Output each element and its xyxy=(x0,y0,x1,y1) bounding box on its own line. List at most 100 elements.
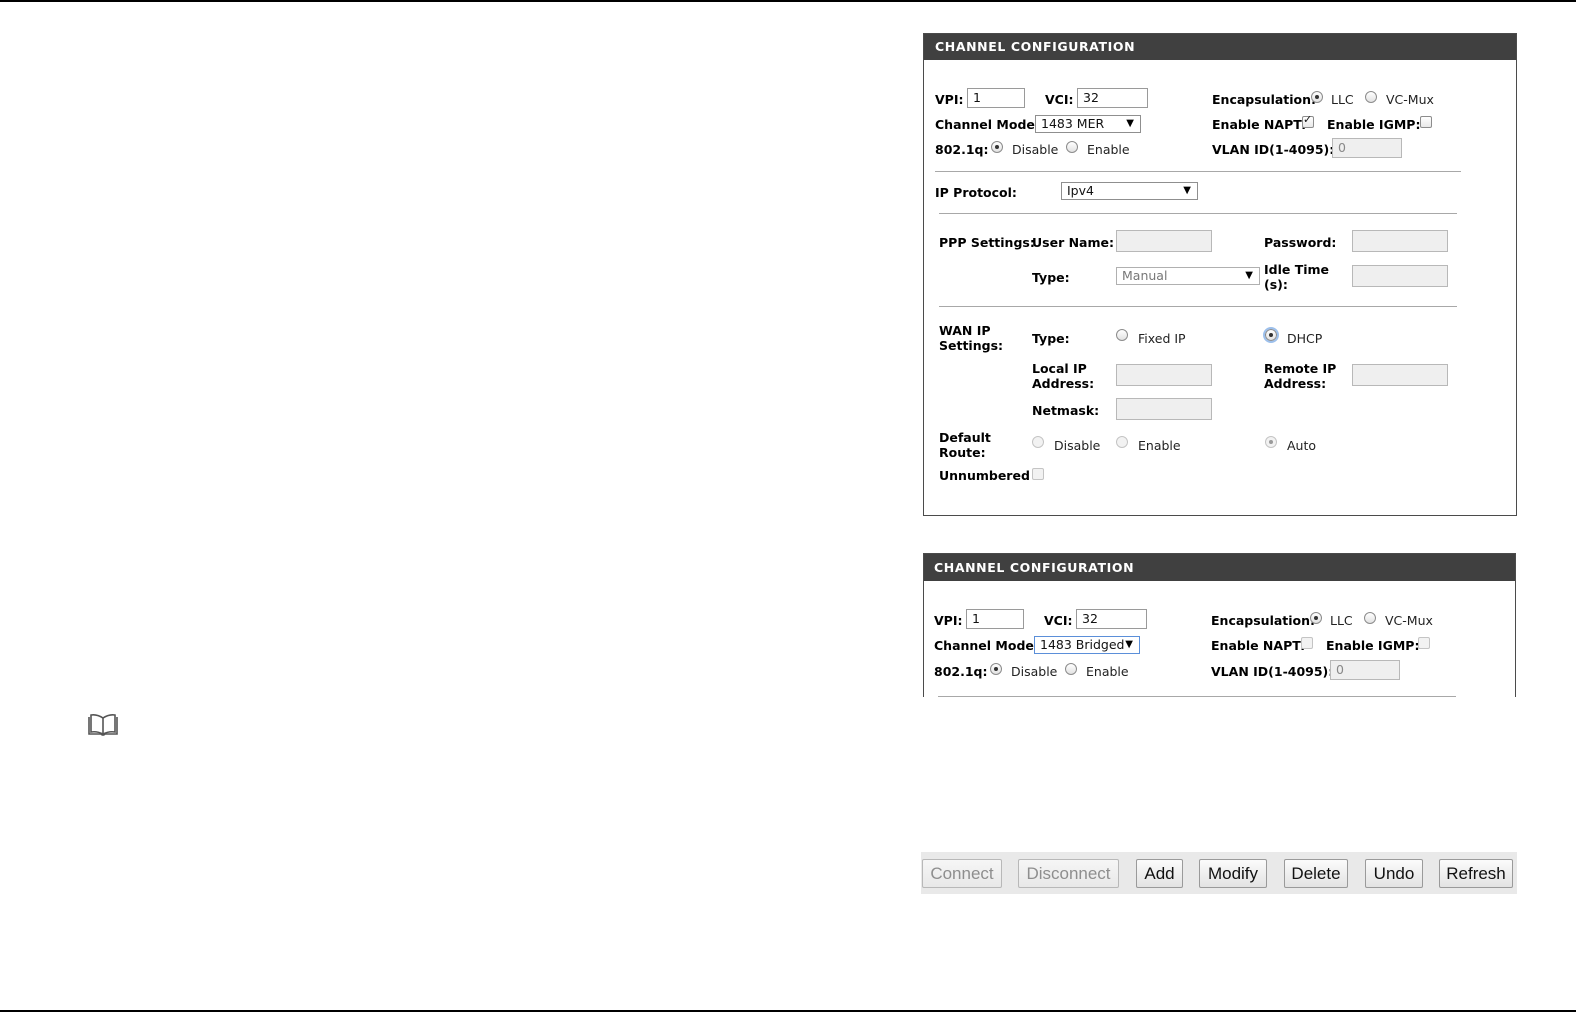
default-route-auto-radio[interactable] xyxy=(1265,436,1277,448)
disconnect-button[interactable]: Disconnect xyxy=(1018,859,1119,888)
channel-mode-value: 1483 MER xyxy=(1041,116,1105,131)
channel-mode-select[interactable]: 1483 Bridged ▼ xyxy=(1034,636,1140,654)
modify-button[interactable]: Modify xyxy=(1199,859,1267,888)
encapsulation-llc-label: LLC xyxy=(1330,613,1353,628)
add-button[interactable]: Add xyxy=(1136,859,1183,888)
encapsulation-vcmux-radio[interactable] xyxy=(1364,612,1376,624)
channel-mode-label: Channel Mode: xyxy=(934,638,1039,653)
ip-protocol-select[interactable]: Ipv4 ▼ xyxy=(1061,182,1198,200)
ip-protocol-value: Ipv4 xyxy=(1067,183,1094,198)
local-ip-label-2: Address: xyxy=(1032,376,1095,391)
connect-button[interactable]: Connect xyxy=(922,859,1002,888)
enable-igmp-label: Enable IGMP: xyxy=(1326,638,1420,653)
password-input[interactable] xyxy=(1352,230,1448,252)
netmask-label: Netmask: xyxy=(1032,403,1100,418)
ip-protocol-label: IP Protocol: xyxy=(935,185,1017,200)
ppp-type-value: Manual xyxy=(1122,268,1168,283)
dot1q-enable-radio[interactable] xyxy=(1065,663,1077,675)
dot1q-enable-label: Enable xyxy=(1086,664,1129,679)
wan-ip-settings-label-2: Settings: xyxy=(939,338,1004,353)
chevron-down-icon: ▼ xyxy=(1126,118,1134,129)
dhcp-radio[interactable] xyxy=(1263,327,1279,343)
local-ip-label: Local IP xyxy=(1032,361,1087,376)
chevron-down-icon: ▼ xyxy=(1245,270,1253,281)
ppp-type-label: Type: xyxy=(1032,270,1070,285)
divider xyxy=(939,213,1457,214)
checkmark-icon: ✓ xyxy=(1303,113,1313,126)
encapsulation-vcmux-label: VC-Mux xyxy=(1386,92,1434,107)
fixed-ip-radio[interactable] xyxy=(1116,329,1128,341)
channel-mode-value: 1483 Bridged xyxy=(1040,637,1125,652)
remote-ip-label: Remote IP xyxy=(1264,361,1337,376)
default-route-label: Default xyxy=(939,430,991,445)
encapsulation-vcmux-radio[interactable] xyxy=(1365,91,1377,103)
default-route-auto-label: Auto xyxy=(1287,438,1317,453)
vci-label: VCI: xyxy=(1045,92,1074,107)
idle-time-unit-label: (s): xyxy=(1264,277,1288,292)
vci-input[interactable]: 32 xyxy=(1076,609,1147,629)
user-name-input[interactable] xyxy=(1116,230,1212,252)
encapsulation-llc-label: LLC xyxy=(1331,92,1354,107)
dot1q-disable-label: Disable xyxy=(1011,664,1058,679)
dot1q-label: 802.1q: xyxy=(935,142,989,157)
top-rule xyxy=(0,0,1576,2)
channel-mode-label: Channel Mode: xyxy=(935,117,1040,132)
vpi-input[interactable]: 1 xyxy=(967,88,1025,108)
vpi-input[interactable]: 1 xyxy=(966,609,1024,629)
enable-napt-checkbox[interactable] xyxy=(1301,637,1313,649)
enable-napt-label: Enable NAPT: xyxy=(1211,638,1306,653)
enable-igmp-label: Enable IGMP: xyxy=(1327,117,1421,132)
dhcp-label: DHCP xyxy=(1287,331,1323,346)
bottom-rule xyxy=(0,1010,1576,1012)
encapsulation-vcmux-label: VC-Mux xyxy=(1385,613,1433,628)
encapsulation-llc-radio[interactable] xyxy=(1310,612,1322,624)
password-label: Password: xyxy=(1264,235,1337,250)
vpi-label: VPI: xyxy=(935,92,964,107)
vci-label: VCI: xyxy=(1044,613,1073,628)
panel-title: CHANNEL CONFIGURATION xyxy=(924,554,1515,581)
vlan-id-input[interactable]: 0 xyxy=(1332,138,1402,158)
default-route-label-2: Route: xyxy=(939,445,986,460)
chevron-down-icon: ▼ xyxy=(1183,185,1191,196)
default-route-enable-radio[interactable] xyxy=(1116,436,1128,448)
dot1q-disable-label: Disable xyxy=(1012,142,1059,157)
dot1q-disable-radio[interactable] xyxy=(990,663,1002,675)
delete-button[interactable]: Delete xyxy=(1284,859,1348,888)
default-route-disable-label: Disable xyxy=(1054,438,1101,453)
enable-napt-checkbox[interactable]: ✓ xyxy=(1302,113,1314,128)
undo-button[interactable]: Undo xyxy=(1365,859,1423,888)
enable-igmp-checkbox[interactable] xyxy=(1420,116,1432,128)
channel-config-panel-2: CHANNEL CONFIGURATION VPI: 1 VCI: 32 Enc… xyxy=(923,553,1516,697)
vlan-id-input[interactable]: 0 xyxy=(1330,660,1400,680)
wan-type-label: Type: xyxy=(1032,331,1070,346)
enable-igmp-checkbox[interactable] xyxy=(1418,637,1430,649)
action-button-bar: Connect Disconnect Add Modify Delete Und… xyxy=(921,852,1517,894)
dot1q-enable-label: Enable xyxy=(1087,142,1130,157)
encapsulation-llc-radio[interactable] xyxy=(1311,91,1323,103)
wan-ip-settings-label: WAN IP xyxy=(939,323,991,338)
encapsulation-label: Encapsulation: xyxy=(1212,92,1317,107)
remote-ip-input[interactable] xyxy=(1352,364,1448,386)
refresh-button[interactable]: Refresh xyxy=(1439,859,1513,888)
default-route-disable-radio[interactable] xyxy=(1032,436,1044,448)
encapsulation-label: Encapsulation: xyxy=(1211,613,1316,628)
dot1q-enable-radio[interactable] xyxy=(1066,141,1078,153)
divider xyxy=(938,696,1456,697)
netmask-input[interactable] xyxy=(1116,398,1212,420)
channel-config-panel-1: CHANNEL CONFIGURATION VPI: 1 VCI: 32 Enc… xyxy=(923,33,1517,516)
channel-mode-select[interactable]: 1483 MER ▼ xyxy=(1035,115,1141,133)
vci-input[interactable]: 32 xyxy=(1077,88,1148,108)
idle-time-input[interactable] xyxy=(1352,265,1448,287)
divider xyxy=(935,171,1461,172)
idle-time-label: Idle Time xyxy=(1264,262,1330,277)
dot1q-disable-radio[interactable] xyxy=(991,141,1003,153)
book-note-icon xyxy=(88,714,118,736)
local-ip-input[interactable] xyxy=(1116,364,1212,386)
enable-napt-label: Enable NAPT: xyxy=(1212,117,1307,132)
remote-ip-label-2: Address: xyxy=(1264,376,1327,391)
unnumbered-checkbox[interactable] xyxy=(1032,468,1044,480)
dot1q-label: 802.1q: xyxy=(934,664,988,679)
vpi-label: VPI: xyxy=(934,613,963,628)
vlan-id-label: VLAN ID(1-4095): xyxy=(1211,664,1334,679)
ppp-type-select[interactable]: Manual ▼ xyxy=(1116,267,1260,285)
